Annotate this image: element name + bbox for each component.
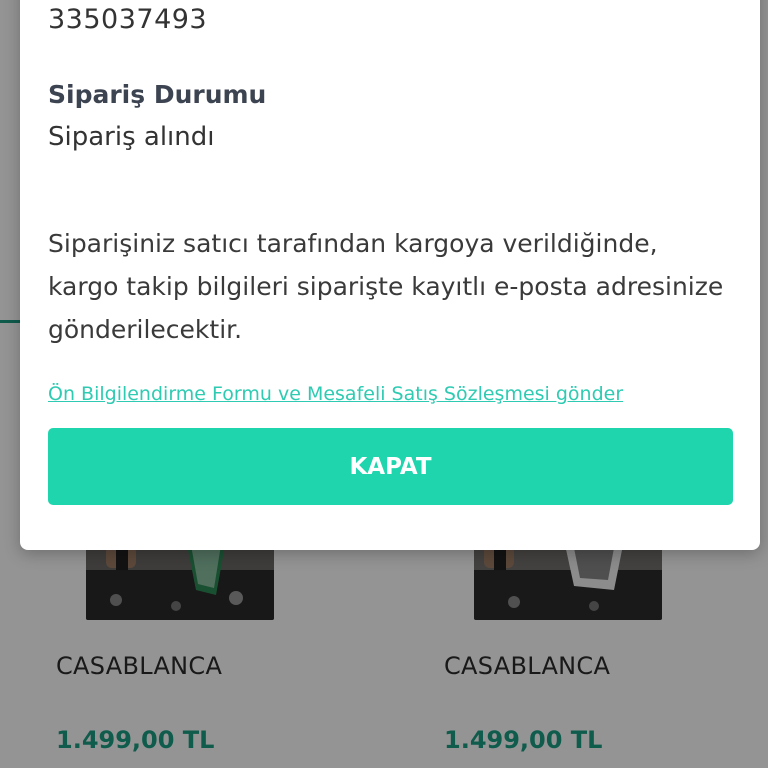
send-contract-link[interactable]: Ön Bilgilendirme Formu ve Mesafeli Satış… (48, 383, 623, 405)
order-status-title: Sipariş Durumu (48, 80, 267, 109)
shipping-info-text: Siparişiniz satıcı tarafından kargoya ve… (48, 229, 724, 344)
order-number: 335037493 (48, 4, 208, 35)
order-status-value: Sipariş alındı (48, 122, 215, 152)
close-button[interactable]: KAPAT (48, 428, 733, 505)
order-status-modal: 335037493 Sipariş Durumu Sipariş alındı … (20, 0, 760, 550)
